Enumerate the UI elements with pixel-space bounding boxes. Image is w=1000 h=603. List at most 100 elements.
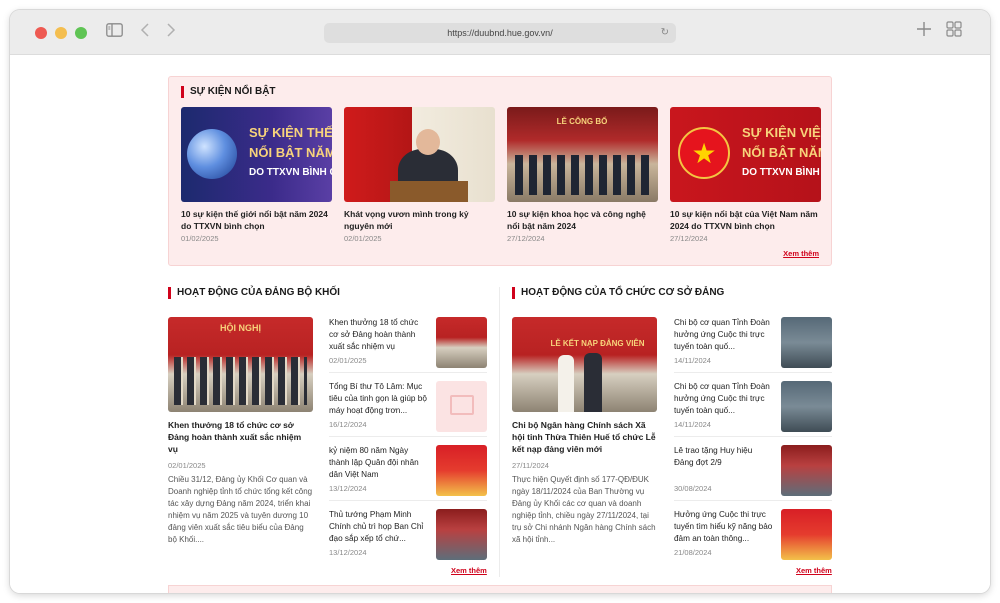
next-section-strip xyxy=(168,585,832,593)
banner-text: HỘI NGHỊ xyxy=(219,323,261,333)
highlight-card[interactable]: LỄ CÔNG BỐ 10 sự kiện khoa học và công n… xyxy=(507,107,658,243)
star-icon: ★ xyxy=(691,138,717,169)
banner-text: SỰ KIỆN THẾ G NỔI BẬT NĂM 20 DO TTXVN BÌ… xyxy=(249,125,332,178)
minimize-window-button[interactable] xyxy=(55,27,67,39)
divider xyxy=(329,372,487,373)
list-item[interactable]: Tổng Bí thư Tô Lâm: Mục tiêu của tinh gọ… xyxy=(329,381,487,441)
person-figure xyxy=(558,355,574,412)
new-tab-icon[interactable] xyxy=(916,21,932,42)
list-item-thumb[interactable] xyxy=(781,509,832,560)
forward-icon[interactable] xyxy=(166,23,176,42)
highlight-card-date: 01/02/2025 xyxy=(181,234,219,243)
base-org-section: HOẠT ĐỘNG CỦA TỔ CHỨC CƠ SỞ ĐẢNG xyxy=(512,287,832,313)
featured-title[interactable]: Khen thưởng 18 tổ chức cơ sở Đảng hoàn t… xyxy=(168,419,313,455)
speaker-head xyxy=(416,129,440,155)
close-window-button[interactable] xyxy=(35,27,47,39)
list-item[interactable]: Chi bộ cơ quan Tỉnh Đoàn hưởng ứng Cuộc … xyxy=(674,381,832,441)
list-item[interactable]: kỷ niệm 80 năm Ngày thành lập Quân đội n… xyxy=(329,445,487,505)
list-item-thumb[interactable] xyxy=(781,381,832,432)
column-divider xyxy=(499,287,500,577)
highlight-card[interactable]: Khát vọng vươn mình trong kỷ nguyên mới … xyxy=(344,107,495,243)
list-item-title[interactable]: Chi bộ cơ quan Tỉnh Đoàn hưởng ứng Cuộc … xyxy=(674,317,774,353)
back-icon[interactable] xyxy=(140,23,150,42)
list-item-thumb[interactable] xyxy=(436,509,487,560)
list-item-thumb[interactable] xyxy=(781,445,832,496)
highlight-card-title[interactable]: 10 sự kiện nổi bật của Việt Nam năm 2024… xyxy=(670,208,821,232)
base-more-link[interactable]: Xem thêm xyxy=(796,566,832,575)
party-more-link[interactable]: Xem thêm xyxy=(451,566,487,575)
banner-text: LỄ KẾT NẠP ĐẢNG VIÊN xyxy=(550,339,645,348)
zoom-window-button[interactable] xyxy=(75,27,87,39)
list-item-thumb[interactable] xyxy=(781,317,832,368)
list-item[interactable]: Khen thưởng 18 tổ chức cơ sở Đảng hoàn t… xyxy=(329,317,487,377)
list-item-title[interactable]: Tổng Bí thư Tô Lâm: Mục tiêu của tinh gọ… xyxy=(329,381,429,417)
party-featured-article[interactable]: HỘI NGHỊ Khen thưởng 18 tổ chức cơ sở Đả… xyxy=(168,317,313,546)
list-item-date: 14/11/2024 xyxy=(674,420,711,429)
list-item-date: 21/08/2024 xyxy=(674,548,712,557)
list-item-title[interactable]: Khen thưởng 18 tổ chức cơ sở Đảng hoàn t… xyxy=(329,317,429,353)
highlight-card-title[interactable]: 10 sự kiện khoa học và công nghệ nổi bật… xyxy=(507,208,658,232)
podium xyxy=(390,181,468,202)
group-figures xyxy=(174,357,307,405)
list-item-title[interactable]: Hưởng ứng Cuộc thi trực tuyến tìm hiểu k… xyxy=(674,509,774,545)
highlight-card-date: 27/12/2024 xyxy=(670,234,708,243)
list-item[interactable]: Lê trao tặng Huy hiệu Đảng đợt 2/9 30/08… xyxy=(674,445,832,505)
highlight-card-title[interactable]: Khát vọng vươn mình trong kỷ nguyên mới xyxy=(344,208,495,232)
list-item-date: 16/12/2024 xyxy=(329,420,367,429)
highlight-image[interactable]: LỄ CÔNG BỐ xyxy=(507,107,658,202)
highlight-title: SỰ KIỆN NỔI BẬT xyxy=(181,86,276,98)
list-item-thumb[interactable] xyxy=(436,381,487,432)
list-item-date: 13/12/2024 xyxy=(329,484,367,493)
divider xyxy=(674,436,832,437)
base-featured-article[interactable]: LỄ KẾT NẠP ĐẢNG VIÊN Chi bộ Ngân hàng Ch… xyxy=(512,317,657,546)
highlight-more-link[interactable]: Xem thêm xyxy=(783,249,819,258)
divider xyxy=(674,500,832,501)
divider xyxy=(674,372,832,373)
list-item-title[interactable]: Chi bộ cơ quan Tỉnh Đoàn hưởng ứng Cuộc … xyxy=(674,381,774,417)
base-org-title: HOẠT ĐỘNG CỦA TỔ CHỨC CƠ SỞ ĐẢNG xyxy=(512,287,832,299)
list-item[interactable]: Hưởng ứng Cuộc thi trực tuyến tìm hiểu k… xyxy=(674,509,832,569)
list-item[interactable]: Chi bộ cơ quan Tỉnh Đoàn hưởng ứng Cuộc … xyxy=(674,317,832,377)
list-item-thumb[interactable] xyxy=(436,317,487,368)
highlight-card[interactable]: SỰ KIỆN THẾ G NỔI BẬT NĂM 20 DO TTXVN BÌ… xyxy=(181,107,332,243)
globe-graphic xyxy=(187,129,237,179)
highlight-image[interactable]: ★ SỰ KIỆN VIỆT N NỔI BẬT NĂM 20 DO TTXVN… xyxy=(670,107,821,202)
highlight-card[interactable]: ★ SỰ KIỆN VIỆT N NỔI BẬT NĂM 20 DO TTXVN… xyxy=(670,107,821,243)
person-figure xyxy=(584,353,602,412)
banner-text: SỰ KIỆN VIỆT N NỔI BẬT NĂM 20 DO TTXVN B… xyxy=(742,125,821,178)
list-item-date: 14/11/2024 xyxy=(674,356,711,365)
party-block-title: HOẠT ĐỘNG CỦA ĐẢNG BỘ KHỐI xyxy=(168,287,488,299)
party-block-section: HOẠT ĐỘNG CỦA ĐẢNG BỘ KHỐI xyxy=(168,287,488,313)
image-placeholder-icon xyxy=(450,395,474,415)
featured-date: 02/01/2025 xyxy=(168,461,206,470)
tab-overview-icon[interactable] xyxy=(946,21,962,42)
list-item-title[interactable]: kỷ niệm 80 năm Ngày thành lập Quân đội n… xyxy=(329,445,429,481)
list-item-title[interactable]: Lê trao tặng Huy hiệu Đảng đợt 2/9 xyxy=(674,445,774,469)
divider xyxy=(329,436,487,437)
list-item[interactable]: Thủ tướng Phạm Minh Chính chủ trì họp Ba… xyxy=(329,509,487,569)
highlight-image[interactable] xyxy=(344,107,495,202)
url-text: https://duubnd.hue.gov.vn/ xyxy=(447,28,553,38)
address-bar[interactable]: https://duubnd.hue.gov.vn/ ↻ xyxy=(324,23,676,43)
sidebar-icon[interactable] xyxy=(106,23,123,42)
reload-icon[interactable]: ↻ xyxy=(661,23,669,43)
browser-window: https://duubnd.hue.gov.vn/ ↻ SỰ KIỆN NỔI… xyxy=(10,10,990,593)
list-item-date: 13/12/2024 xyxy=(329,548,367,557)
flag-emblem: ★ xyxy=(678,127,730,179)
web-page: SỰ KIỆN NỔI BẬT SỰ KIỆN THẾ G NỔI BẬT NĂ… xyxy=(10,55,990,593)
highlight-image[interactable]: SỰ KIỆN THẾ G NỔI BẬT NĂM 20 DO TTXVN BÌ… xyxy=(181,107,332,202)
featured-date: 27/11/2024 xyxy=(512,461,549,470)
highlight-card-date: 27/12/2024 xyxy=(507,234,545,243)
featured-image[interactable]: HỘI NGHỊ xyxy=(168,317,313,412)
banner-text: LỄ CÔNG BỐ xyxy=(556,117,608,126)
list-item-thumb[interactable] xyxy=(436,445,487,496)
featured-title[interactable]: Chi bộ Ngân hàng Chính sách Xã hội tỉnh … xyxy=(512,419,657,455)
featured-desc: Chiều 31/12, Đảng ủy Khối Cơ quan và Doa… xyxy=(168,475,313,544)
featured-desc: Thực hiện Quyết định số 177-QĐ/ĐUK ngày … xyxy=(512,475,656,544)
list-item-date: 30/08/2024 xyxy=(674,484,712,493)
group-figures xyxy=(515,155,651,195)
list-item-date: 02/01/2025 xyxy=(329,356,367,365)
highlight-card-title[interactable]: 10 sự kiện thế giới nổi bật năm 2024 do … xyxy=(181,208,332,232)
featured-image[interactable]: LỄ KẾT NẠP ĐẢNG VIÊN xyxy=(512,317,657,412)
list-item-title[interactable]: Thủ tướng Phạm Minh Chính chủ trì họp Ba… xyxy=(329,509,429,545)
